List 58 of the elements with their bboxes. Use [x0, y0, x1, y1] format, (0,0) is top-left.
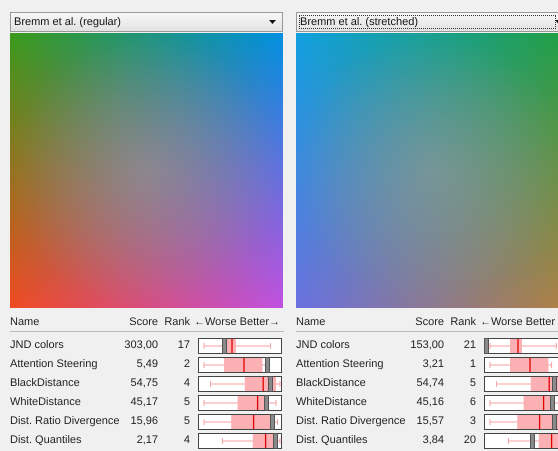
score-cell-text: 45,16	[415, 395, 444, 410]
metric-name: BlackDistance	[10, 376, 81, 391]
metric-name: Dist. Quantiles	[10, 433, 83, 448]
score-marker[interactable]	[552, 376, 557, 392]
rank-cell-text: 4	[182, 376, 190, 391]
column-header: Score	[122, 316, 158, 332]
metric-name: Attention Steering	[10, 357, 98, 372]
score-cell-text: 45,17	[129, 395, 158, 410]
score-marker[interactable]	[530, 432, 535, 448]
metric-name: Dist. Quantiles	[296, 433, 369, 448]
column-header: Name	[296, 316, 408, 332]
rank-cell-text: 5	[182, 395, 190, 410]
metric-name: Attention Steering	[296, 357, 384, 372]
rank-cell-text: 17	[176, 338, 190, 353]
score-cell-text: 303,00	[123, 338, 158, 353]
score-marker[interactable]	[550, 394, 556, 410]
metric-name: WhiteDistance	[296, 395, 368, 410]
rank-cell-text: 4	[182, 433, 190, 448]
rank-cell-text: 20	[462, 433, 476, 448]
score-marker[interactable]	[270, 414, 275, 430]
rank-cell-text: 2	[182, 357, 190, 372]
column-header: Name	[10, 316, 122, 332]
metric-name: WhiteDistance	[10, 395, 82, 410]
score-marker[interactable]	[268, 376, 274, 392]
score-cell-text: 3,21	[422, 357, 444, 372]
metric-name: Dist. Ratio Divergence	[296, 414, 406, 429]
score-marker[interactable]	[264, 356, 270, 372]
metric-name: Dist. Ratio Divergence	[10, 414, 120, 429]
score-cell-text: 15,96	[129, 414, 158, 429]
rank-cell-text: 5	[182, 414, 190, 429]
metric-name: JND colors	[10, 338, 65, 353]
metric-name: JND colors	[296, 338, 351, 353]
score-marker[interactable]	[273, 432, 278, 448]
column-header: Score	[408, 316, 444, 332]
column-header: ←Worse Better→	[190, 316, 284, 332]
score-cell-text: 54,74	[415, 376, 444, 391]
rank-cell-text: 21	[462, 338, 476, 353]
score-cell-text: 153,00	[409, 338, 444, 353]
score-cell-text: 15,57	[415, 414, 444, 429]
rank-cell-text: 3	[468, 414, 476, 429]
metric-name: BlackDistance	[296, 376, 367, 391]
rank-cell-text: 6	[468, 395, 476, 410]
scheme-dropdown[interactable]: Bremm et al. (stretched)	[296, 12, 558, 32]
column-header: Rank	[158, 316, 190, 332]
score-marker[interactable]	[552, 414, 557, 430]
scheme-dropdown[interactable]: Bremm et al. (regular)	[10, 12, 283, 32]
column-header: Rank	[444, 316, 476, 332]
score-marker[interactable]	[484, 338, 490, 354]
column-header: ←Worse Better	[476, 316, 558, 332]
score-marker[interactable]	[222, 338, 228, 354]
score-cell-text: 2,17	[136, 433, 158, 448]
rank-cell-text: 5	[468, 376, 476, 391]
caret-icon	[269, 20, 276, 24]
score-cell-text: 3,84	[422, 433, 444, 448]
score-cell-text: 5,49	[136, 357, 158, 372]
rank-cell-text: 1	[468, 357, 476, 372]
score-marker[interactable]	[264, 394, 270, 410]
score-cell-text: 54,75	[129, 376, 158, 391]
